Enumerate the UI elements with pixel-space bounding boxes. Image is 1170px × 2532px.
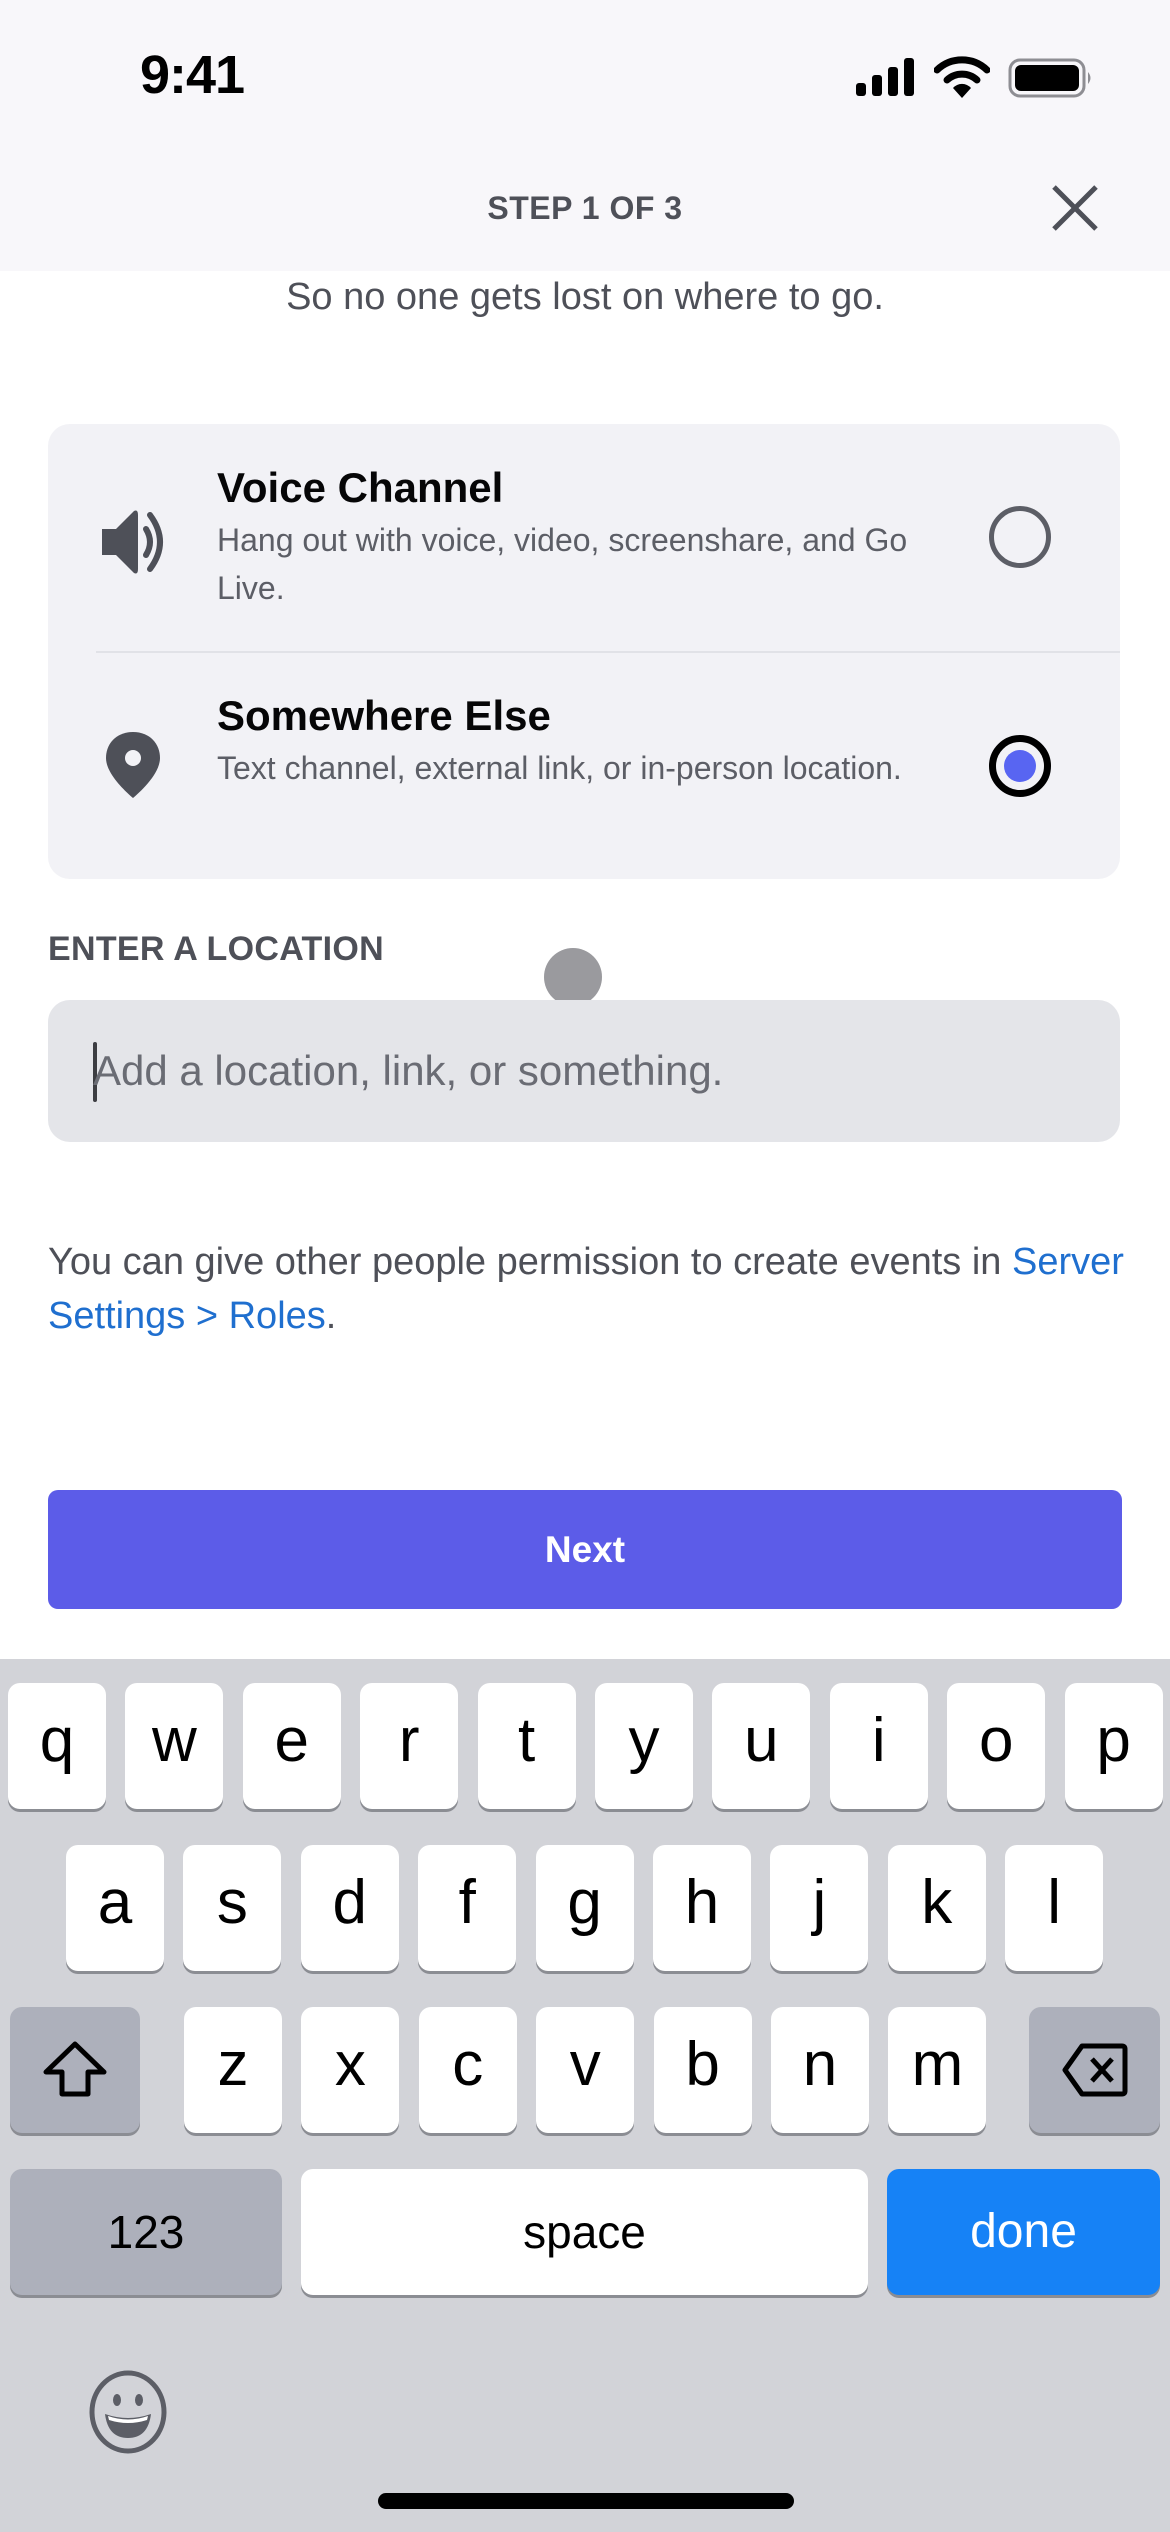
close-button[interactable] bbox=[1040, 176, 1108, 244]
key-w[interactable]: w bbox=[125, 1683, 224, 1809]
status-bar: 9:41 bbox=[0, 0, 1170, 140]
option-description: Hang out with voice, video, screenshare,… bbox=[217, 522, 908, 606]
key-u[interactable]: u bbox=[712, 1683, 811, 1809]
location-input[interactable] bbox=[93, 1000, 1093, 1142]
key-d[interactable]: d bbox=[300, 1845, 399, 1971]
location-type-options: Voice Channel Hang out with voice, video… bbox=[48, 424, 1120, 879]
option-description: Text channel, external link, or in-perso… bbox=[217, 750, 902, 786]
radio-voice-channel[interactable] bbox=[989, 506, 1051, 568]
modal-header: STEP 1 OF 3 bbox=[0, 140, 1170, 271]
key-t[interactable]: t bbox=[477, 1683, 576, 1809]
location-input-container[interactable] bbox=[48, 1000, 1120, 1142]
option-voice-channel[interactable]: Voice Channel Hang out with voice, video… bbox=[48, 424, 1120, 653]
key-k[interactable]: k bbox=[887, 1845, 986, 1971]
key-m[interactable]: m bbox=[888, 2007, 987, 2133]
key-f[interactable]: f bbox=[418, 1845, 517, 1971]
key-r[interactable]: r bbox=[360, 1683, 459, 1809]
speaker-icon bbox=[102, 510, 163, 574]
option-title: Somewhere Else bbox=[217, 692, 551, 739]
option-title: Voice Channel bbox=[217, 464, 504, 511]
key-v[interactable]: v bbox=[536, 2007, 635, 2133]
wifi-icon bbox=[934, 56, 990, 98]
key-z[interactable]: z bbox=[184, 2007, 282, 2133]
next-button[interactable]: Next bbox=[48, 1490, 1122, 1609]
delete-key[interactable] bbox=[1029, 2007, 1160, 2133]
key-s[interactable]: s bbox=[183, 1845, 282, 1971]
key-h[interactable]: h bbox=[653, 1845, 751, 1971]
numbers-key[interactable]: 123 bbox=[10, 2169, 282, 2295]
location-pin-icon bbox=[106, 732, 160, 798]
permission-suffix: . bbox=[325, 1295, 337, 1337]
touch-indicator bbox=[544, 948, 602, 1006]
key-o[interactable]: o bbox=[947, 1683, 1046, 1809]
shift-icon bbox=[43, 2041, 107, 2097]
permission-text: You can give other people permission to … bbox=[48, 1241, 1012, 1283]
key-e[interactable]: e bbox=[242, 1683, 341, 1809]
permission-note: You can give other people permission to … bbox=[48, 1235, 1128, 1343]
key-l[interactable]: l bbox=[1005, 1845, 1104, 1971]
key-g[interactable]: g bbox=[535, 1845, 634, 1971]
signal-icon bbox=[856, 58, 914, 96]
key-b[interactable]: b bbox=[653, 2007, 752, 2133]
radio-somewhere-else[interactable] bbox=[989, 735, 1051, 797]
step-indicator: STEP 1 OF 3 bbox=[487, 190, 683, 226]
emoji-icon[interactable] bbox=[86, 2370, 170, 2454]
delete-icon bbox=[1062, 2043, 1128, 2097]
space-key[interactable]: space bbox=[301, 2169, 868, 2295]
status-time: 9:41 bbox=[140, 45, 245, 105]
key-y[interactable]: y bbox=[595, 1683, 693, 1809]
key-q[interactable]: q bbox=[8, 1683, 106, 1809]
key-c[interactable]: c bbox=[418, 2007, 517, 2133]
radio-selected-dot bbox=[1004, 750, 1036, 782]
key-x[interactable]: x bbox=[301, 2007, 400, 2133]
done-key[interactable]: done bbox=[887, 2169, 1160, 2295]
close-icon bbox=[1052, 185, 1098, 231]
key-j[interactable]: j bbox=[770, 1845, 869, 1971]
battery-icon bbox=[1008, 58, 1091, 98]
key-i[interactable]: i bbox=[829, 1683, 928, 1809]
option-somewhere-else[interactable]: Somewhere Else Text channel, external li… bbox=[48, 652, 1120, 879]
shift-key[interactable] bbox=[10, 2007, 140, 2133]
home-indicator bbox=[378, 2493, 794, 2509]
location-field-label: ENTER A LOCATION bbox=[48, 930, 384, 968]
key-a[interactable]: a bbox=[66, 1845, 164, 1971]
subtitle: So no one gets lost on where to go. bbox=[286, 276, 884, 318]
keyboard: qwertyuiop asdfghjkl zxcvbnm 123 space d… bbox=[0, 1659, 1170, 2532]
key-p[interactable]: p bbox=[1064, 1683, 1163, 1809]
key-n[interactable]: n bbox=[771, 2007, 869, 2133]
